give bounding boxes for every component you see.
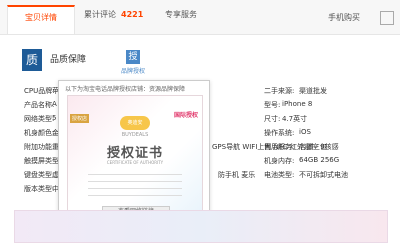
- promo-banner: [14, 210, 388, 243]
- reviews-count: 4221: [121, 10, 144, 19]
- cert-text-line: [88, 174, 182, 175]
- attr-value: iOS: [299, 128, 311, 136]
- qr-code-icon[interactable]: [380, 11, 394, 25]
- cert-text-line: [88, 195, 182, 196]
- tab-reviews-label: 累计评论: [84, 10, 116, 19]
- attr-key: 尺寸:: [264, 115, 281, 123]
- attr-key: 操作系统:: [264, 129, 295, 137]
- attr-key: 产品名称:: [24, 101, 55, 109]
- attr-value: 4.7英寸: [282, 115, 308, 123]
- cert-subtitle: CERTIFICATE OF AUTHORITY: [106, 160, 164, 165]
- tab-service[interactable]: 专享服务: [165, 9, 197, 20]
- cert-text-line: [88, 181, 182, 182]
- attr-key: 机身颜色:: [24, 129, 55, 137]
- mobile-buy-link[interactable]: 手机购买: [328, 12, 360, 23]
- attr-key: 网络类型:: [24, 115, 55, 123]
- attr-value: iPhone 8: [282, 100, 313, 108]
- authorization-label: 品牌授权: [120, 68, 145, 75]
- authorization-icon: 授: [126, 50, 140, 64]
- attr-value: 渠道批发: [299, 87, 327, 95]
- attr-key: 售后服务:: [264, 143, 295, 151]
- attr-key: 版本类型:: [24, 185, 55, 193]
- brand-logo-name: BUYDEALS: [121, 132, 149, 138]
- brand-authorization[interactable]: 授 品牌授权: [120, 50, 146, 75]
- attr-key: 触摸屏类型:: [24, 157, 62, 165]
- tab-bar: 宝贝详情 累计评论 4221 专享服务 手机购买: [0, 0, 400, 35]
- cert-badge-left: 授权店: [70, 114, 90, 123]
- attr-key: 键盘类型:: [24, 171, 55, 179]
- cert-heading: 授权证书: [106, 146, 163, 161]
- quality-guarantee-label: 品质保障: [50, 55, 87, 65]
- attr-value: 防手机 麦乐: [218, 171, 256, 179]
- brand-logo: 奥迪安: [120, 116, 150, 130]
- attr-value: 不可拆卸式电池: [299, 171, 348, 179]
- popup-title: 以下为淘宝电话品牌授权店铺：资源品牌保障: [65, 86, 186, 93]
- attr-value: 店铺三包: [299, 143, 327, 151]
- cert-text-line: [88, 188, 182, 189]
- cert-badge-right: 国际授权: [173, 112, 198, 119]
- attr-key: 电池类型:: [264, 171, 295, 179]
- quality-shield-icon: 质: [22, 49, 42, 71]
- attr-value: A: [52, 100, 57, 108]
- tab-reviews[interactable]: 累计评论 4221: [84, 9, 143, 20]
- attr-key: CPU品牌:: [24, 87, 55, 95]
- attr-value: 64GB 256G: [299, 156, 340, 164]
- attr-key: 型号:: [264, 101, 281, 109]
- tab-details[interactable]: 宝贝详情: [7, 5, 75, 34]
- attr-key: 附加功能:: [24, 143, 55, 151]
- attr-key: 二手来源:: [264, 87, 295, 95]
- attr-key: 机身内存:: [264, 157, 295, 165]
- attr-value: 5: [52, 114, 57, 122]
